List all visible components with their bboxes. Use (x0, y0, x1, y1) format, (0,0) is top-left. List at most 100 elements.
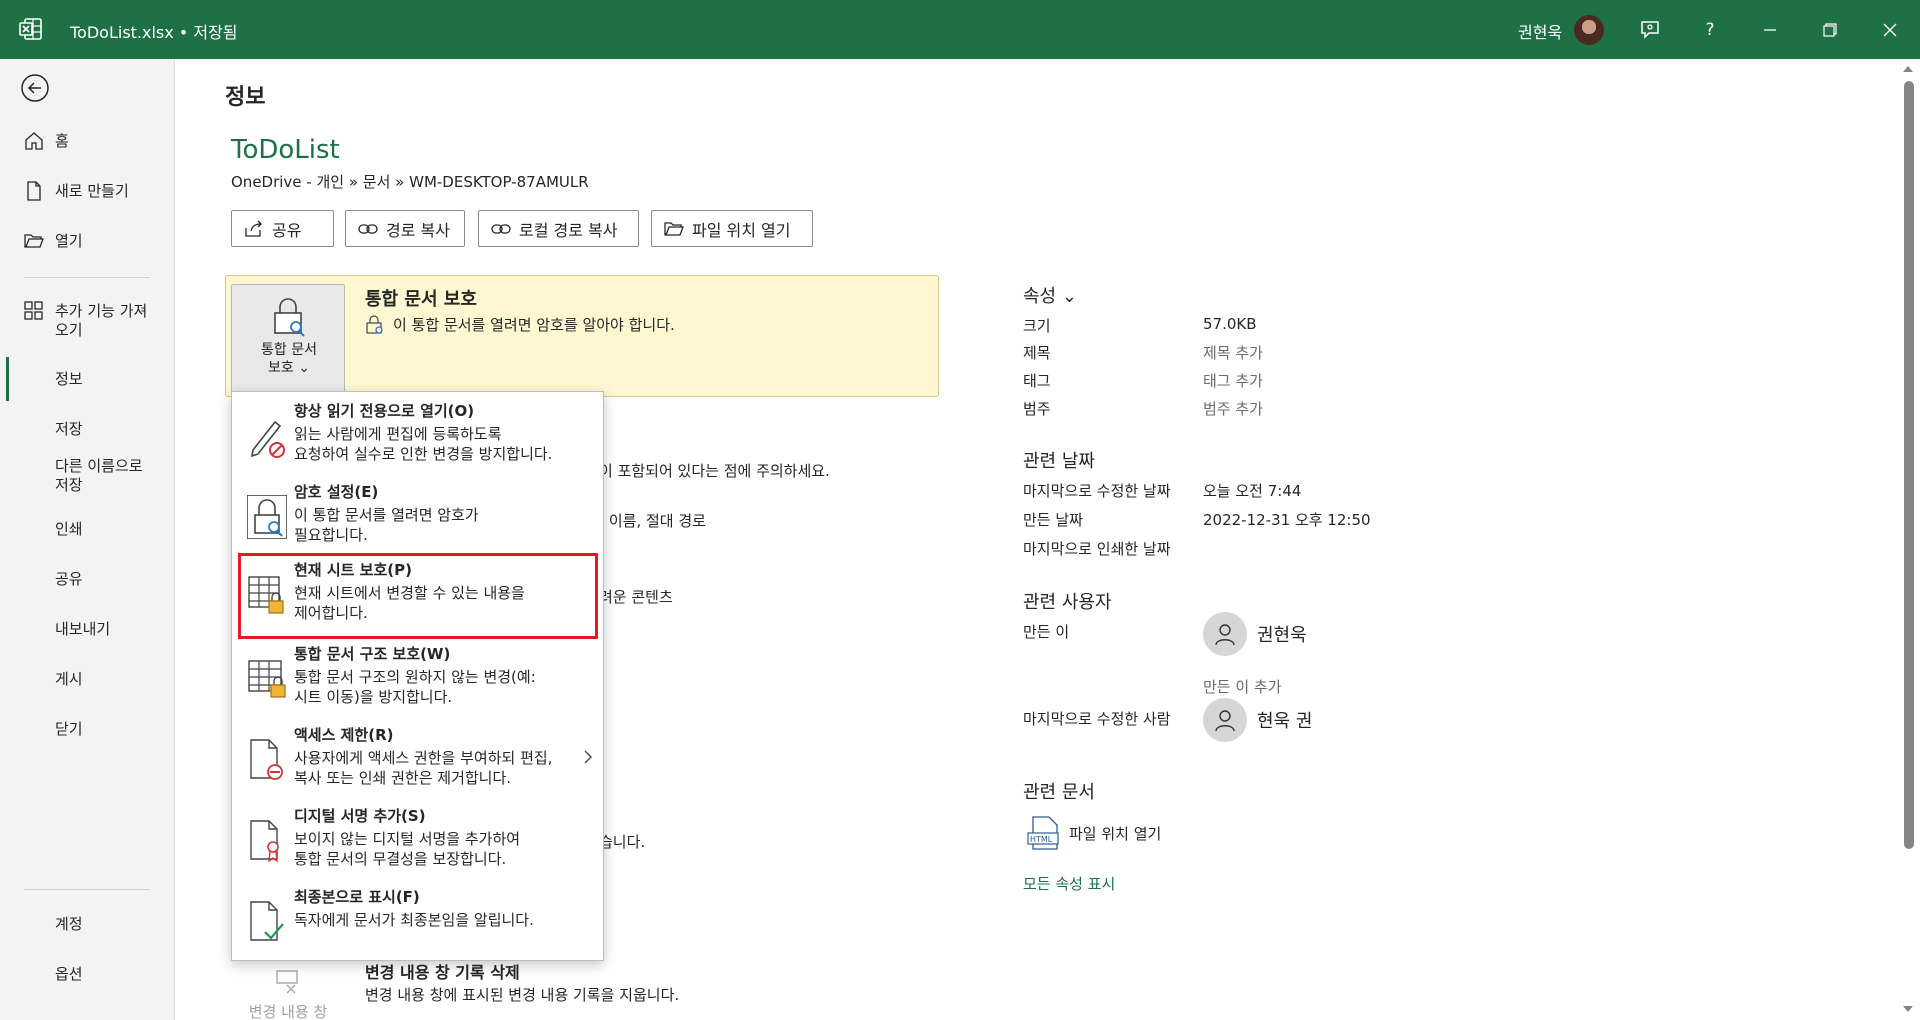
workbook-lock-icon (248, 660, 286, 698)
nav-label: 열기 (55, 231, 83, 250)
folder-open-icon (24, 234, 44, 248)
add-author-input[interactable]: 만든 이 추가 (1203, 676, 1282, 697)
page-title: 정보 (225, 85, 266, 110)
desc-line: 통합 문서 구조의 원하지 않는 변경(예: (294, 668, 536, 686)
scroll-up-icon[interactable] (1902, 65, 1914, 73)
scroll-down-icon[interactable] (1902, 1005, 1914, 1013)
nav-label: 공유 (55, 569, 83, 588)
nav-label: 정보 (55, 369, 83, 388)
nav-label-line: 추가 기능 가져 (55, 302, 148, 320)
pencil-no-icon (250, 420, 285, 458)
tags-label: 태그 (1023, 372, 1051, 390)
menu-item-protect-structure[interactable]: 통합 문서 구조 보호(W) 통합 문서 구조의 원하지 않는 변경(예: 시트… (232, 637, 603, 717)
desc-line: 복사 또는 인쇄 권한은 제거합니다. (294, 769, 512, 787)
nav-label: 새로 만들기 (55, 181, 129, 200)
menu-item-title: 디지털 서명 추가(S) (294, 807, 426, 825)
menu-item-description: 사용자에게 액세스 권한을 부여하되 편집, 복사 또는 인쇄 권한은 제거합니… (294, 748, 584, 788)
close-icon[interactable] (1874, 14, 1906, 46)
share-button[interactable]: 공유 (231, 210, 334, 247)
last-modified-person[interactable]: 현욱 권 (1203, 698, 1312, 742)
home-icon (25, 132, 43, 150)
nav-item-new[interactable]: 새로 만들기 (0, 171, 175, 211)
user-avatar[interactable] (1574, 15, 1604, 45)
nav-item-print[interactable]: 인쇄 (0, 509, 175, 549)
author-label: 만든 이 (1023, 623, 1070, 641)
clear-changes-button[interactable]: 변경 내용 창 (231, 969, 345, 1020)
nav-label: 계정 (55, 914, 83, 933)
menu-item-read-only[interactable]: 항상 읽기 전용으로 열기(O) 읽는 사람에게 편집에 등록하도록 요청하여 … (232, 394, 603, 474)
menu-item-description: 이 통합 문서를 열려면 암호가 필요합니다. (294, 505, 584, 545)
desc-line: 독자에게 문서가 최종본임을 알립니다. (294, 911, 534, 929)
nav-item-export[interactable]: 내보내기 (0, 609, 175, 649)
help-icon[interactable]: ? (1694, 14, 1726, 46)
button-label: 공유 (272, 220, 302, 240)
back-arrow-icon[interactable] (20, 73, 50, 103)
copy-local-path-button[interactable]: 로컬 경로 복사 (478, 210, 639, 247)
menu-item-protect-sheet[interactable]: 현재 시트 보호(P) 현재 시트에서 변경할 수 있는 내용을 제어합니다. (238, 553, 598, 639)
nav-item-close[interactable]: 닫기 (0, 709, 175, 749)
person-name: 현욱 권 (1257, 711, 1313, 732)
vertical-scrollbar[interactable] (1896, 59, 1920, 1020)
title-separator: • (178, 23, 189, 42)
nav-item-save-as[interactable]: 다른 이름으로 저장 (0, 451, 175, 501)
clear-changes-title: 변경 내용 창 기록 삭제 (365, 963, 520, 982)
nav-item-share[interactable]: 공유 (0, 559, 175, 599)
nav-item-save[interactable]: 저장 (0, 409, 175, 449)
lock-search-icon (274, 298, 305, 337)
user-name[interactable]: 권현욱 (1518, 19, 1562, 43)
title-input[interactable]: 제목 추가 (1203, 342, 1263, 363)
desc-line: 이 통합 문서를 열려면 암호가 (294, 506, 479, 524)
title-label: 제목 (1023, 344, 1051, 362)
minimize-icon[interactable] (1754, 14, 1786, 46)
menu-item-mark-final[interactable]: 최종본으로 표시(F) 독자에게 문서가 최종본임을 알립니다. (232, 880, 603, 960)
menu-item-restrict-access[interactable]: 액세스 제한(R) 사용자에게 액세스 권한을 부여하되 편집, 복사 또는 인… (232, 718, 603, 798)
inspect-text-3: 려운 콘텐츠 (599, 588, 673, 606)
nav-item-account[interactable]: 계정 (0, 904, 175, 944)
addins-grid-icon (24, 301, 43, 320)
properties-panel: 속성 ⌄ 크기 57.0KB 제목 제목 추가 태그 태그 추가 범주 범주 추… (1023, 59, 1523, 959)
scrollbar-thumb[interactable] (1904, 81, 1914, 849)
menu-item-description: 현재 시트에서 변경할 수 있는 내용을 제어합니다. (294, 583, 584, 623)
document-name: ToDoList (231, 135, 340, 165)
nav-item-info[interactable]: 정보 (0, 359, 175, 399)
restore-icon[interactable] (1814, 14, 1846, 46)
author-person[interactable]: 권현욱 (1203, 612, 1307, 656)
nav-item-publish[interactable]: 게시 (0, 659, 175, 699)
category-input[interactable]: 범주 추가 (1203, 398, 1263, 419)
person-name: 권현욱 (1257, 625, 1307, 646)
doc-check-icon (250, 901, 284, 941)
protect-workbook-button[interactable]: 통합 문서 보호 ⌄ (231, 284, 345, 394)
nav-item-addins[interactable]: 추가 기능 가져 오기 (0, 296, 175, 346)
lock-search-icon (366, 314, 383, 334)
sheet-lock-icon (248, 576, 284, 614)
properties-heading[interactable]: 속성 ⌄ (1023, 282, 1077, 308)
related-people-heading: 관련 사용자 (1023, 592, 1112, 613)
show-all-properties-link[interactable]: 모든 속성 표시 (1023, 873, 1115, 894)
svg-text:HTML: HTML (1030, 835, 1053, 844)
nav-label-line: 오기 (55, 321, 83, 339)
desc-line: 요청하여 실수로 인한 변경을 방지합니다. (294, 445, 553, 463)
nav-item-home[interactable]: 홈 (0, 121, 175, 161)
nav-label: 내보내기 (55, 619, 111, 638)
open-file-location-link[interactable]: HTML 파일 위치 열기 (1027, 816, 1161, 850)
desc-line: 시트 이동)을 방지합니다. (294, 688, 453, 706)
menu-item-encrypt-password[interactable]: 암호 설정(E) 이 통합 문서를 열려면 암호가 필요합니다. (232, 475, 603, 555)
nav-label: 게시 (55, 669, 83, 688)
open-file-location-button[interactable]: 파일 위치 열기 (651, 210, 813, 247)
menu-item-title: 액세스 제한(R) (294, 726, 394, 744)
feedback-icon[interactable] (1634, 14, 1666, 46)
tags-input[interactable]: 태그 추가 (1203, 370, 1263, 391)
nav-item-open[interactable]: 열기 (0, 221, 175, 261)
menu-item-digital-signature[interactable]: 디지털 서명 추가(S) 보이지 않는 디지털 서명을 추가하여 통합 문서의 … (232, 799, 603, 879)
document-path: OneDrive - 개인 » 문서 » WM-DESKTOP-87AMULR (231, 173, 589, 191)
desc-line: 사용자에게 액세스 권한을 부여하되 편집, (294, 749, 553, 767)
inspect-text-4: 습니다. (599, 833, 646, 851)
protect-description: 이 통합 문서를 열려면 암호를 알아야 합니다. (365, 314, 675, 335)
button-label: 로컬 경로 복사 (519, 220, 618, 240)
save-status: 저장됨 (193, 23, 238, 42)
created-value: 2022-12-31 오후 12:50 (1203, 511, 1371, 529)
menu-item-description: 보이지 않는 디지털 서명을 추가하여 통합 문서의 무결성을 보장합니다. (294, 829, 584, 869)
menu-item-description: 독자에게 문서가 최종본임을 알립니다. (294, 910, 584, 930)
nav-item-options[interactable]: 옵션 (0, 954, 175, 994)
copy-path-button[interactable]: 경로 복사 (345, 210, 465, 247)
